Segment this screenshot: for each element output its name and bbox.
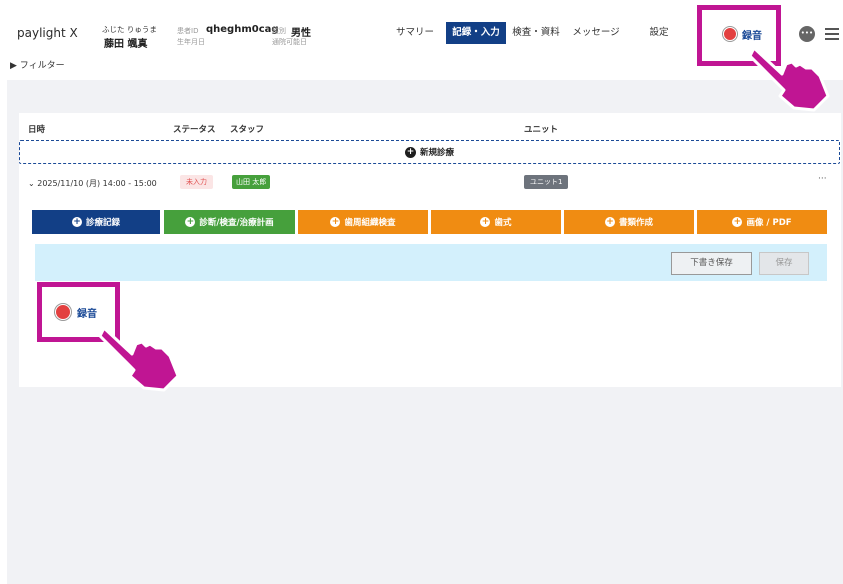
visit-row-datetime[interactable]: ⌄ 2025/11/10 (月) 14:00 - 15:00 <box>28 178 157 189</box>
pointing-hand-icon <box>98 326 180 392</box>
sex-label: 性別 <box>272 27 286 35</box>
caret-right-icon: ▶ <box>10 61 17 71</box>
plus-circle-icon: + <box>185 217 196 227</box>
action-label: 歯式 <box>494 218 512 228</box>
plus-circle-icon: + <box>604 217 615 227</box>
action-label: 歯周組織検査 <box>344 218 396 228</box>
nav-settings[interactable]: 設定 <box>645 22 673 44</box>
patient-kana: ふじた りゅうま <box>102 25 157 34</box>
plus-circle-icon: + <box>330 217 341 227</box>
nav-messages[interactable]: メッセージ <box>570 22 622 44</box>
action-label: 画像 / PDF <box>746 218 792 228</box>
patient-name: 藤田 颯真 <box>104 39 148 50</box>
visit-datetime-text: 2025/11/10 (月) 14:00 - 15:00 <box>37 179 157 188</box>
plus-circle-icon: + <box>480 217 491 227</box>
save-draft-button[interactable]: 下書き保存 <box>671 252 752 275</box>
nav-summary[interactable]: サマリー <box>392 22 438 44</box>
visit-availability-label: 通院可能日 <box>272 38 307 46</box>
action-label: 書類作成 <box>618 218 653 228</box>
action-diagnosis-plan-button[interactable]: + 診断/検査/治療計画 <box>164 210 295 234</box>
action-medical-record-button[interactable]: + 診療記録 <box>32 210 160 234</box>
chevron-down-icon: ⌄ <box>28 179 35 188</box>
plus-circle-icon: + <box>404 146 416 158</box>
filter-label: フィルター <box>19 61 65 71</box>
patient-id-label: 患者ID <box>177 27 199 35</box>
action-periodontal-exam-button[interactable]: + 歯周組織検査 <box>298 210 428 234</box>
action-dental-chart-button[interactable]: + 歯式 <box>431 210 561 234</box>
plus-circle-icon: + <box>732 217 743 227</box>
action-documents-button[interactable]: + 書類作成 <box>564 210 694 234</box>
header-status: ステータス <box>173 125 216 135</box>
row-more-icon[interactable]: ··· <box>818 174 827 184</box>
action-label: 診断/検査/治療計画 <box>199 218 274 228</box>
filter-toggle[interactable]: ▶ フィルター <box>10 58 65 71</box>
header-staff: スタッフ <box>230 125 265 135</box>
patient-id: qheghm0cag <box>206 24 279 35</box>
status-badge: 未入力 <box>180 175 213 189</box>
header-datetime: 日時 <box>28 125 46 135</box>
nav-exam-docs[interactable]: 検査・資料 <box>511 22 561 44</box>
plus-circle-icon: + <box>71 217 82 227</box>
birthdate-label: 生年月日 <box>177 38 205 46</box>
save-button[interactable]: 保存 <box>759 252 809 275</box>
header-unit: ユニット <box>524 125 559 135</box>
new-diagnosis-button[interactable]: + 新規診療 <box>19 140 840 164</box>
staff-badge: 山田 太郎 <box>232 175 271 189</box>
action-image-pdf-button[interactable]: + 画像 / PDF <box>697 210 827 234</box>
app-logo[interactable]: paylight X <box>17 26 78 40</box>
unit-badge: ユニット1 <box>524 175 569 189</box>
action-label: 診療記録 <box>85 218 120 228</box>
new-diagnosis-label: 新規診療 <box>419 148 454 158</box>
nav-record-input[interactable]: 記録・入力 <box>446 22 506 44</box>
pointing-hand-icon <box>748 46 830 112</box>
